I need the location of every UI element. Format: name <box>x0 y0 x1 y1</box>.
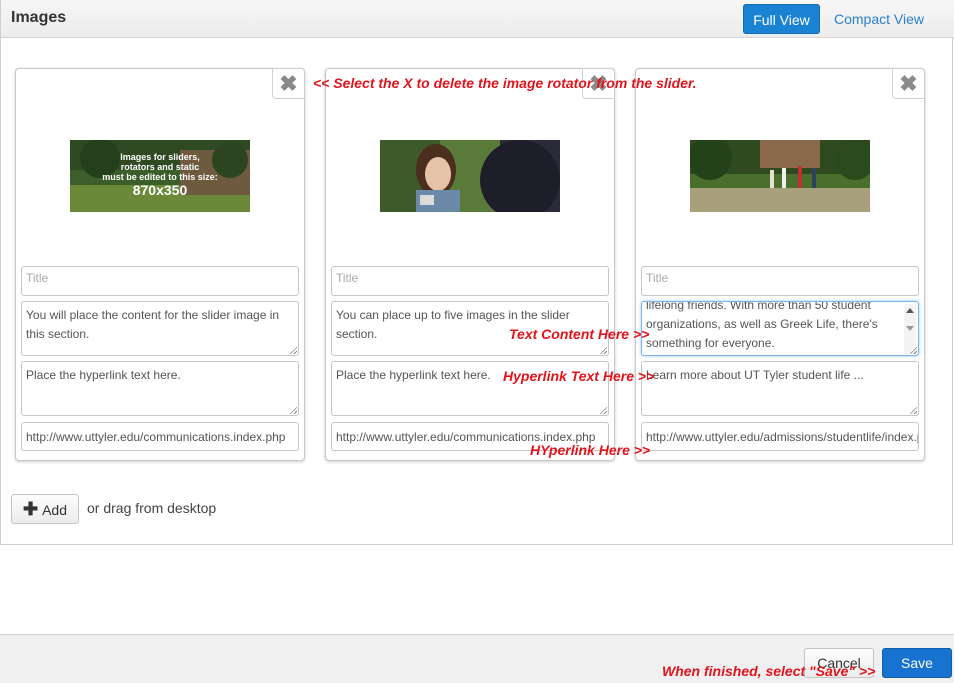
hyperlink-text-textarea[interactable]: Learn more about UT Tyler student life .… <box>641 361 919 416</box>
close-icon[interactable]: ✖ <box>892 68 925 99</box>
resize-handle-icon[interactable] <box>599 406 607 414</box>
save-button[interactable]: Save <box>882 648 952 678</box>
hyperlink-text: Place the hyperlink text here. <box>26 368 181 382</box>
image-overlay-text-1: Images for sliders, <box>120 152 200 162</box>
scroll-up-icon[interactable] <box>906 308 914 313</box>
image-overlay-text-2: rotators and static <box>121 162 200 172</box>
url-input[interactable]: http://www.uttyler.edu/communications.in… <box>21 422 299 451</box>
compact-view-button[interactable]: Compact View <box>827 4 931 34</box>
slider-image-card-1: ✖ Images for sliders, rotators and stati… <box>15 68 305 461</box>
annotation-hyperlink: HYperlink Here >> <box>530 442 651 458</box>
title-input[interactable]: Title <box>331 266 609 296</box>
image-overlay-text-4: 870x350 <box>133 182 188 198</box>
slider-image-thumbnail: Images for sliders, rotators and static … <box>70 140 250 212</box>
resize-handle-icon[interactable] <box>599 346 607 354</box>
add-button[interactable]: ✚ Add <box>11 494 79 524</box>
slider-image-card-3: ✖ Title lifelong friends. With more than… <box>635 68 925 461</box>
content-textarea[interactable]: You will place the content for the slide… <box>21 301 299 356</box>
content-textarea[interactable]: lifelong friends. With more than 50 stud… <box>641 301 919 356</box>
panel-header: Images Full View Compact View <box>1 0 954 38</box>
hyperlink-text-textarea[interactable]: Place the hyperlink text here. <box>21 361 299 416</box>
content-text-line: something for everyone. <box>646 336 775 350</box>
drag-hint: or drag from desktop <box>87 500 217 516</box>
annotation-hyperlink-text: Hyperlink Text Here >> <box>503 368 655 384</box>
hyperlink-text: Place the hyperlink text here. <box>336 368 491 382</box>
resize-handle-icon[interactable] <box>289 406 297 414</box>
close-icon[interactable]: ✖ <box>272 68 305 99</box>
add-label: Add <box>42 502 68 518</box>
content-text-line: organizations, as well as Greek Life, th… <box>646 317 878 331</box>
scroll-down-icon[interactable] <box>906 326 914 331</box>
plus-icon: ✚ <box>23 499 39 519</box>
title-input[interactable]: Title <box>21 266 299 296</box>
annotation-finished: When finished, select "Save" >> <box>662 663 876 679</box>
content-text-line: lifelong friends. With more than 50 stud… <box>646 301 871 312</box>
slider-image-thumbnail <box>380 140 560 212</box>
image-overlay-text-3: must be edited to this size: <box>102 172 218 182</box>
slider-image-card-2: ✖ Title You can place up to five images … <box>325 68 615 461</box>
resize-handle-icon[interactable] <box>909 406 917 414</box>
content-text: You will place the content for the slide… <box>26 308 280 341</box>
full-view-button[interactable]: Full View <box>743 4 820 34</box>
url-input[interactable]: http://www.uttyler.edu/admissions/studen… <box>641 422 919 451</box>
hyperlink-text: Learn more about UT Tyler student life .… <box>646 368 864 382</box>
annotation-text-content: Text Content Here >> <box>509 326 650 342</box>
annotation-delete: << Select the X to delete the image rota… <box>313 75 697 91</box>
resize-handle-icon[interactable] <box>909 346 917 354</box>
slider-image-thumbnail <box>690 140 870 212</box>
resize-handle-icon[interactable] <box>289 346 297 354</box>
title-input[interactable]: Title <box>641 266 919 296</box>
page-title: Images <box>11 9 67 26</box>
